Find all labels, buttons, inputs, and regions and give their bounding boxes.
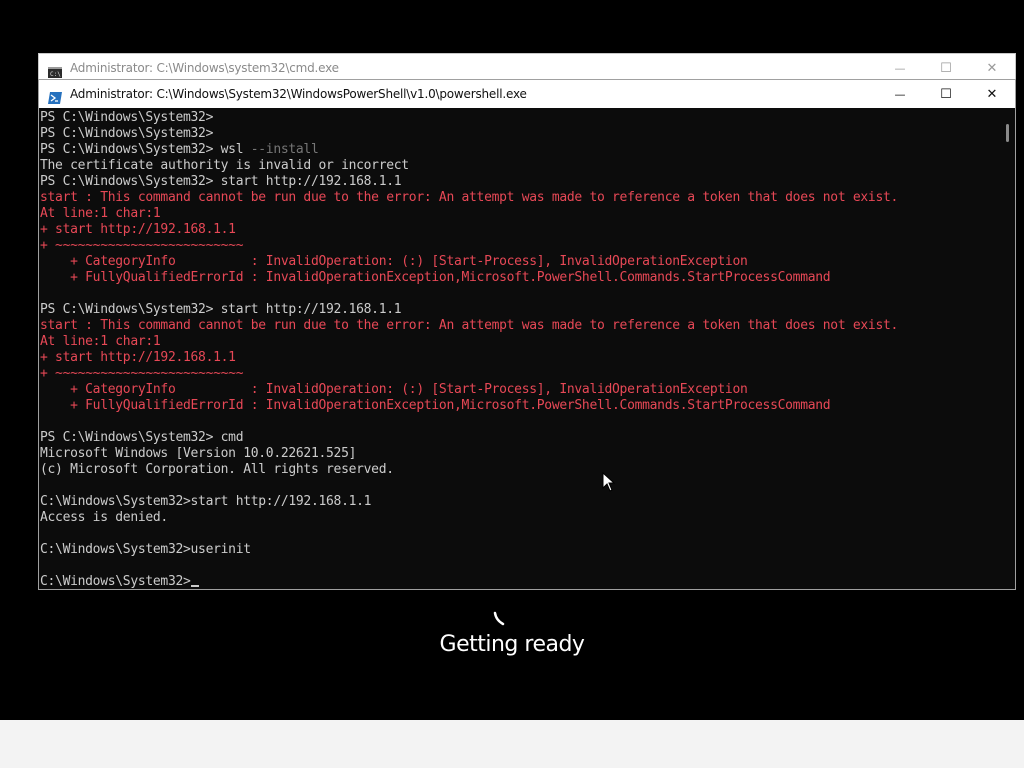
console-line-text: PS C:\Windows\System32> start http://192…: [40, 302, 402, 317]
console-line-text: start : This command cannot be run due t…: [40, 190, 899, 205]
powershell-icon: [48, 89, 62, 104]
console-line-text: + ~~~~~~~~~~~~~~~~~~~~~~~~~: [40, 366, 244, 381]
console-line: PS C:\Windows\System32>: [40, 126, 999, 142]
ps-maximize-button[interactable]: ☐: [923, 80, 969, 108]
console-line-text: C:\Windows\System32>: [40, 574, 191, 589]
ps-close-button[interactable]: ✕: [969, 80, 1015, 108]
console-line-text: The certificate authority is invalid or …: [40, 158, 409, 173]
console-line-text: At line:1 char:1: [40, 206, 161, 221]
console-line: Microsoft Windows [Version 10.0.22621.52…: [40, 446, 999, 462]
console-line: PS C:\Windows\System32> cmd: [40, 430, 999, 446]
close-icon: ✕: [986, 86, 998, 102]
console-line: PS C:\Windows\System32> start http://192…: [40, 174, 999, 190]
cmd-minimize-button[interactable]: —: [877, 54, 923, 82]
console-line-text: PS C:\Windows\System32>: [40, 110, 214, 125]
console-line: (c) Microsoft Corporation. All rights re…: [40, 462, 999, 478]
console-line-text: PS C:\Windows\System32> start http://192…: [40, 174, 402, 189]
powershell-titlebar[interactable]: Administrator: C:\Windows\System32\Windo…: [39, 80, 1015, 108]
console-line: PS C:\Windows\System32>: [40, 110, 999, 126]
cmd-titlebar[interactable]: C:\ Administrator: C:\Windows\system32\c…: [39, 54, 1015, 82]
console-line: + start http://192.168.1.1: [40, 222, 999, 238]
console-line: + CategoryInfo : InvalidOperation: (:) […: [40, 382, 999, 398]
console-output[interactable]: PS C:\Windows\System32> PS C:\Windows\Sys…: [39, 108, 999, 589]
console-line: C:\Windows\System32>start http://192.168…: [40, 494, 999, 510]
console-line-text: C:\Windows\System32>start http://192.168…: [40, 494, 372, 509]
close-icon: ✕: [986, 60, 998, 76]
cmd-icon: C:\: [48, 63, 62, 78]
console-line: start : This command cannot be run due t…: [40, 318, 999, 334]
console-line-text: + ~~~~~~~~~~~~~~~~~~~~~~~~~: [40, 238, 244, 253]
console-line: + FullyQualifiedErrorId : InvalidOperati…: [40, 270, 999, 286]
console-line: + FullyQualifiedErrorId : InvalidOperati…: [40, 398, 999, 414]
ps-minimize-button[interactable]: —: [877, 80, 923, 108]
console-line: C:\Windows\System32>userinit: [40, 542, 999, 558]
scroll-thumb[interactable]: [1006, 124, 1009, 142]
taskbar-strip: [0, 720, 1024, 768]
mouse-pointer-icon: [602, 471, 616, 496]
console-line: + ~~~~~~~~~~~~~~~~~~~~~~~~~: [40, 238, 999, 254]
cmd-close-button[interactable]: ✕: [969, 54, 1015, 82]
console-line-text: Microsoft Windows [Version 10.0.22621.52…: [40, 446, 357, 461]
console-line: start : This command cannot be run due t…: [40, 190, 999, 206]
console-line-text: + CategoryInfo : InvalidOperation: (:) […: [40, 382, 748, 397]
loading-spinner-icon: [490, 610, 508, 632]
console-muted-text: --install: [250, 142, 319, 157]
console-line: C:\Windows\System32>: [40, 574, 999, 589]
console-line: At line:1 char:1: [40, 334, 999, 350]
console-line-text: C:\Windows\System32>userinit: [40, 542, 251, 557]
console-line: The certificate authority is invalid or …: [40, 158, 999, 174]
console-line-text: PS C:\Windows\System32>: [40, 126, 214, 141]
console-line-text: Access is denied.: [40, 510, 168, 525]
text-cursor: [190, 585, 199, 587]
console-line-text: PS C:\Windows\System32> cmd: [40, 430, 244, 445]
console-line: + CategoryInfo : InvalidOperation: (:) […: [40, 254, 999, 270]
console-scrollbar[interactable]: [998, 108, 1015, 589]
console-line: Access is denied.: [40, 510, 999, 526]
console-line-text: (c) Microsoft Corporation. All rights re…: [40, 462, 394, 477]
console-line-text: At line:1 char:1: [40, 334, 161, 349]
console-line: At line:1 char:1: [40, 206, 999, 222]
console-line: PS C:\Windows\System32> wsl --install: [40, 142, 999, 158]
powershell-window[interactable]: Administrator: C:\Windows\System32\Windo…: [38, 79, 1016, 590]
cmd-window-title: Administrator: C:\Windows\system32\cmd.e…: [70, 61, 339, 75]
minimize-icon: —: [894, 61, 906, 75]
console-line-text: + FullyQualifiedErrorId : InvalidOperati…: [40, 270, 831, 285]
console-line: + ~~~~~~~~~~~~~~~~~~~~~~~~~: [40, 366, 999, 382]
maximize-icon: ☐: [940, 60, 952, 76]
console-line-text: + CategoryInfo : InvalidOperation: (:) […: [40, 254, 748, 269]
console-line-text: start : This command cannot be run due t…: [40, 318, 899, 333]
getting-ready-text: Getting ready: [439, 632, 585, 657]
console-line-text: + start http://192.168.1.1: [40, 222, 236, 237]
minimize-icon: —: [894, 87, 906, 101]
console-line-text: + start http://192.168.1.1: [40, 350, 236, 365]
console-line-text: + FullyQualifiedErrorId : InvalidOperati…: [40, 398, 831, 413]
powershell-window-title: Administrator: C:\Windows\System32\Windo…: [70, 87, 527, 101]
console-line: + start http://192.168.1.1: [40, 350, 999, 366]
console-line: PS C:\Windows\System32> start http://192…: [40, 302, 999, 318]
svg-text:C:\: C:\: [50, 71, 61, 78]
maximize-icon: ☐: [940, 86, 952, 102]
cmd-maximize-button[interactable]: ☐: [923, 54, 969, 82]
console-line-text: PS C:\Windows\System32> wsl: [40, 142, 251, 157]
cmd-window[interactable]: C:\ Administrator: C:\Windows\system32\c…: [38, 53, 1016, 81]
